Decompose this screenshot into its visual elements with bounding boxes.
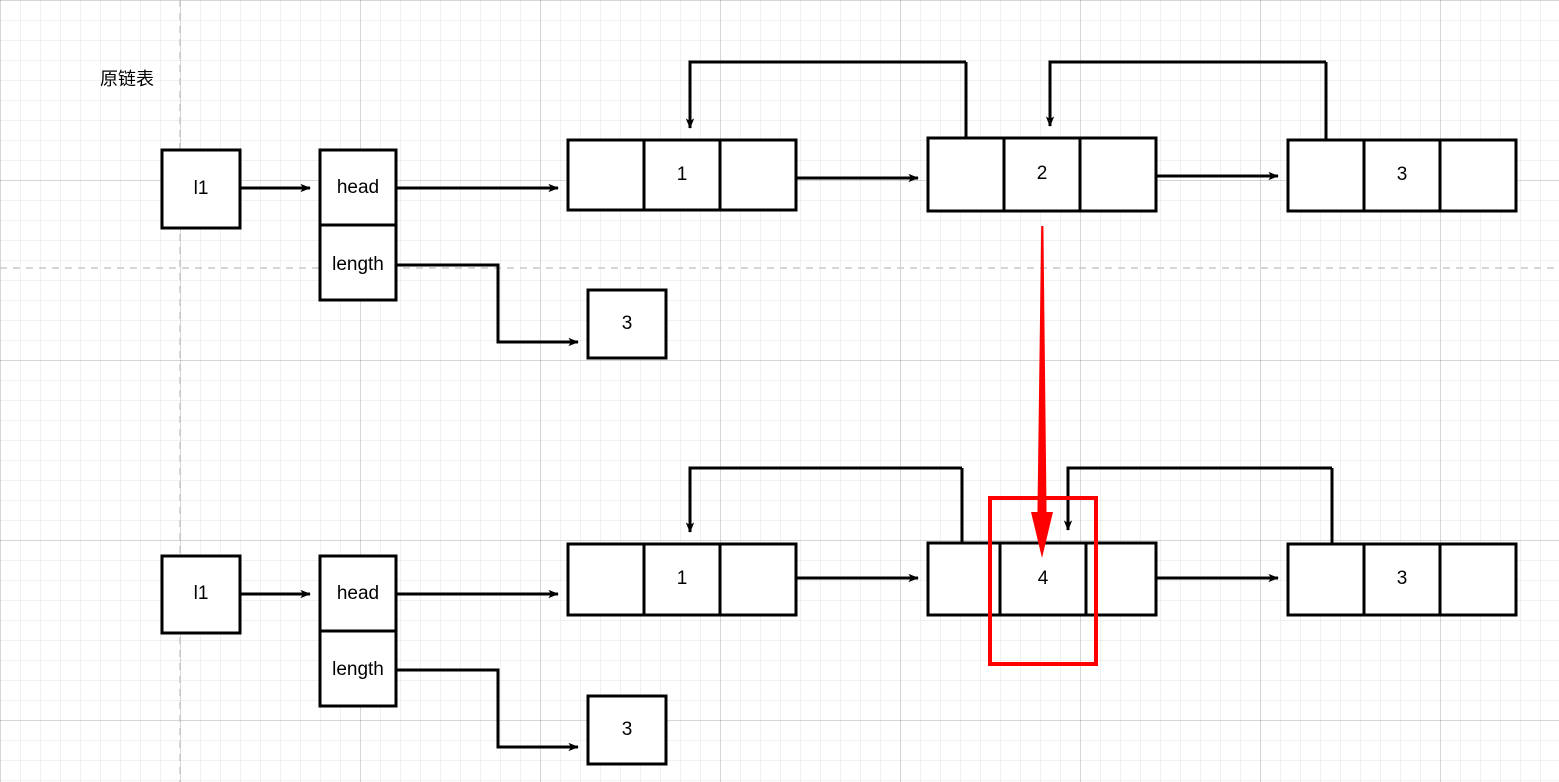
arrow-length-to-value-bottom	[396, 668, 579, 752]
red-attention-arrow	[1031, 226, 1053, 558]
arrow-node2-prev-top	[685, 60, 966, 129]
length-value-box-bottom	[586, 694, 668, 766]
node-3-bottom	[1286, 542, 1518, 617]
arrow-node4-prev-bottom	[685, 466, 962, 533]
linked-list-diagram	[160, 60, 1518, 766]
node-1-bottom	[566, 542, 798, 617]
length-value-box-top	[586, 288, 668, 360]
modified-list-group	[160, 226, 1518, 766]
ref-box-l1-top	[160, 148, 242, 230]
arrow-node3-prev-top	[1045, 60, 1326, 127]
diagram-canvas: 原链表 l1 head length 3 1 2 3 l1 head lengt…	[0, 0, 1559, 782]
arrow-length-to-value-top	[396, 263, 579, 347]
ref-box-l1-bottom	[160, 554, 242, 635]
arrow-node3-prev-bottom	[1063, 466, 1332, 531]
original-list-group	[160, 60, 1518, 360]
node-3-top	[1286, 138, 1518, 213]
node-2-top	[926, 136, 1158, 213]
node-1-top	[566, 138, 798, 212]
